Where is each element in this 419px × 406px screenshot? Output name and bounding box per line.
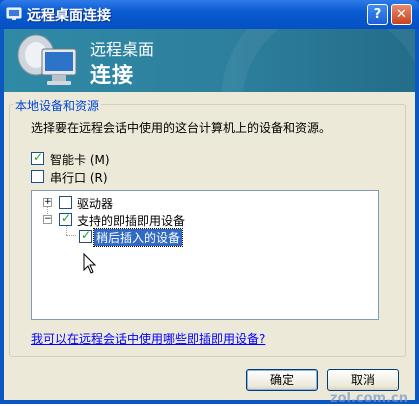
group-legend: 本地设备和资源 — [13, 97, 102, 114]
pnp-help-link[interactable]: 我可以在远程会话中使用哪些即插即用设备? — [31, 330, 265, 347]
banner-title-line2: 连接 — [90, 63, 134, 87]
checkmark-icon: ✓ — [33, 150, 44, 164]
banner-title-line1: 远程桌面 — [90, 40, 155, 59]
checkmark-icon: ✓ — [61, 211, 72, 225]
remote-desktop-icon — [6, 7, 22, 20]
later-devices-checkbox[interactable]: ✓ — [79, 228, 92, 243]
close-button[interactable]: ✕ — [391, 4, 412, 25]
window-title: 远程桌面连接 — [27, 8, 111, 24]
tree-item-later-devices[interactable]: 稍后插入的设备 — [92, 228, 184, 247]
expand-drives-icon[interactable]: + — [43, 198, 52, 207]
serial-port-checkbox[interactable] — [31, 170, 44, 183]
ok-button[interactable]: 确定 — [246, 369, 318, 391]
collapse-pnp-icon[interactable]: − — [43, 215, 52, 224]
remote-desktop-window: 远程桌面连接 ? ✕ 远程桌面 连接 本地设备和资源 选择要在远程会话中使用的这… — [0, 0, 419, 406]
pnp-devices-checkbox[interactable]: ✓ — [59, 211, 72, 226]
checkmark-icon: ✓ — [81, 228, 92, 242]
serial-port-label[interactable]: 串行口 (R) — [50, 169, 108, 186]
instructions-text: 选择要在远程会话中使用的这台计算机上的设备和资源。 — [31, 121, 332, 135]
title-bar[interactable]: 远程桌面连接 ? ✕ — [0, 0, 419, 29]
tree-item-pnp-devices[interactable]: 支持的即插即用设备 — [77, 212, 185, 229]
tree-line — [66, 235, 76, 236]
cancel-button[interactable]: 取消 — [327, 369, 399, 391]
mouse-pointer-icon — [83, 253, 97, 274]
tree-item-drives[interactable]: 驱动器 — [77, 195, 113, 212]
smartcard-label[interactable]: 智能卡 (M) — [50, 151, 110, 168]
smartcard-checkbox[interactable]: ✓ — [31, 150, 44, 165]
computer-monitor-icon — [17, 34, 77, 85]
help-button[interactable]: ? — [367, 4, 388, 25]
header-banner: 远程桌面 连接 — [4, 29, 415, 92]
drives-checkbox[interactable] — [59, 196, 72, 209]
dialog-body: 远程桌面 连接 本地设备和资源 选择要在远程会话中使用的这台计算机上的设备和资源… — [4, 29, 415, 406]
